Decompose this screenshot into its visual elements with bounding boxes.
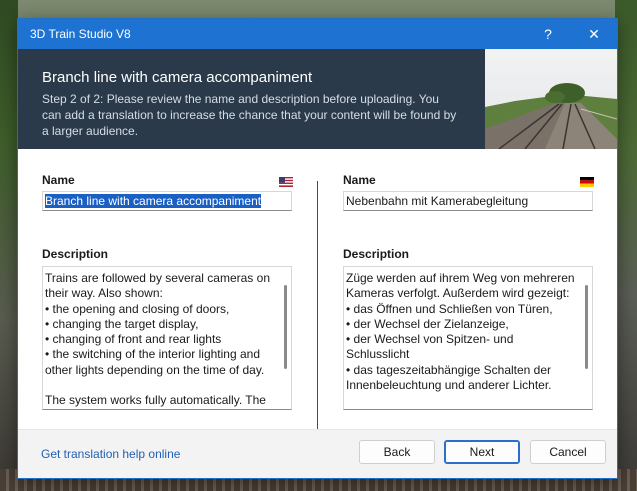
name-input-english[interactable]: Branch line with camera accompaniment [42, 191, 292, 211]
preview-thumbnail [485, 49, 617, 149]
name-label: Name [343, 173, 376, 187]
description-scrollbar[interactable] [284, 285, 287, 369]
header-description: Step 2 of 2: Please review the name and … [42, 92, 457, 138]
description-label: Description [42, 247, 109, 261]
description-german-text: Züge werden auf ihrem Weg von mehreren K… [346, 271, 575, 393]
description-textarea-german[interactable]: Züge werden auf ihrem Weg von mehreren K… [343, 266, 593, 410]
cancel-button[interactable]: Cancel [530, 440, 606, 464]
dialog-header: Branch line with camera accompaniment St… [18, 49, 617, 149]
description-label: Description [343, 247, 410, 261]
header-title: Branch line with camera accompaniment [42, 69, 313, 86]
description-scrollbar[interactable] [585, 285, 588, 369]
description-english-text: Trains are followed by several cameras o… [45, 271, 270, 408]
name-input-english-value: Branch line with camera accompaniment [45, 194, 262, 208]
pane-divider [317, 181, 318, 433]
upload-dialog: 3D Train Studio V8 ? ✕ Branch line with … [17, 18, 618, 479]
name-input-german[interactable]: Nebenbahn mit Kamerabegleitung [343, 191, 593, 211]
description-textarea-english[interactable]: Trains are followed by several cameras o… [42, 266, 292, 410]
background-scene-left [0, 0, 18, 491]
close-button[interactable]: ✕ [571, 19, 617, 49]
name-input-german-value: Nebenbahn mit Kamerabegleitung [346, 194, 529, 208]
translation-help-link[interactable]: Get translation help online [41, 447, 180, 461]
us-flag-icon [279, 176, 293, 187]
next-button[interactable]: Next [444, 440, 520, 464]
de-flag-icon [580, 176, 594, 187]
back-button[interactable]: Back [359, 440, 435, 464]
dialog-footer: Get translation help online Back Next Ca… [18, 429, 617, 478]
window-title: 3D Train Studio V8 [30, 27, 131, 41]
name-label: Name [42, 173, 75, 187]
background-scene-right [615, 0, 637, 491]
help-button[interactable]: ? [525, 19, 571, 49]
title-bar: 3D Train Studio V8 ? ✕ [18, 19, 617, 49]
